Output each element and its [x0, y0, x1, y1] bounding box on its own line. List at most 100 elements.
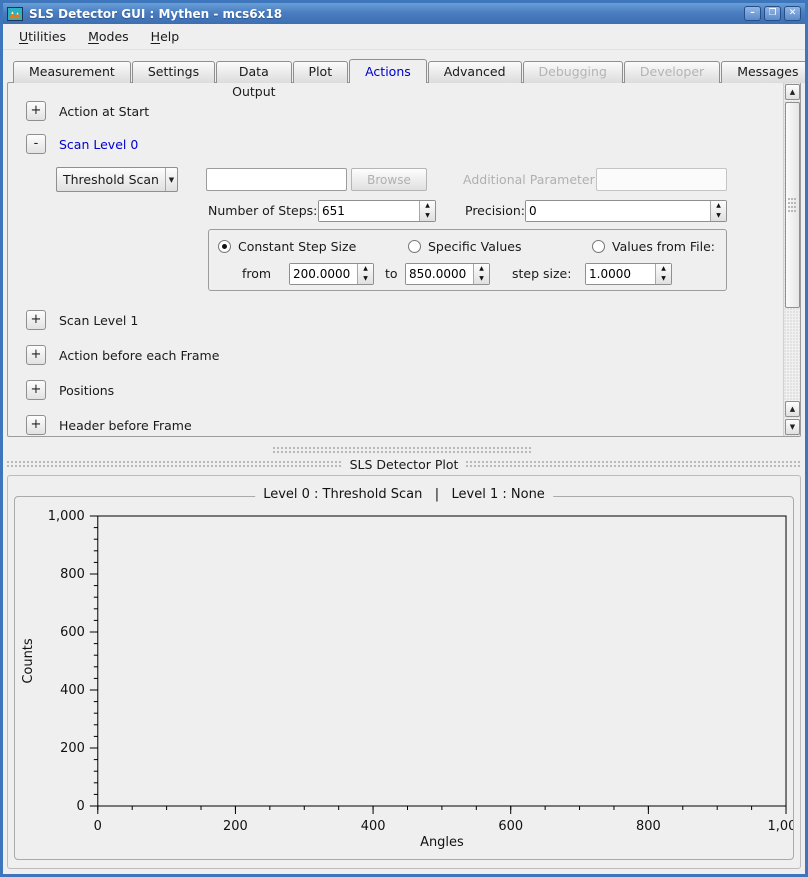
tab-debugging: Debugging — [523, 61, 623, 83]
splitter-handle[interactable]: SLS Detector Plot — [3, 437, 805, 475]
number-of-steps-input[interactable] — [319, 201, 419, 221]
precision-label: Precision: — [465, 200, 525, 222]
section-scan-level-1: + Scan Level 1 — [26, 310, 138, 330]
plot-groupbox: Level 0 : Threshold Scan | Level 1 : Non… — [14, 496, 794, 860]
menu-help[interactable]: Help — [141, 26, 190, 47]
menu-utilities[interactable]: Utilities — [9, 26, 76, 47]
scroll-down-button[interactable]: ▼ — [785, 419, 800, 435]
section-label: Action at Start — [59, 104, 149, 119]
step-size-input[interactable] — [586, 264, 655, 284]
from-spinbox: ▲▼ — [289, 263, 374, 285]
spin-up-icon[interactable]: ▲ — [711, 201, 726, 211]
section-label: Action before each Frame — [59, 348, 219, 363]
svg-text:800: 800 — [60, 567, 85, 582]
step-size-groupbox: Constant Step Size Specific Values Value… — [208, 229, 727, 291]
additional-parameter-input — [596, 168, 727, 191]
scrollbar-thumb[interactable] — [785, 102, 800, 308]
scrollbar-grip-icon — [788, 198, 797, 212]
tab-settings[interactable]: Settings — [132, 61, 215, 83]
spin-up-icon[interactable]: ▲ — [474, 264, 489, 274]
scroll-up-button-2[interactable]: ▲ — [785, 401, 800, 417]
svg-text:1,000: 1,000 — [767, 819, 793, 834]
section-header-before-frame: + Header before Frame — [26, 415, 192, 435]
spin-up-icon[interactable]: ▲ — [420, 201, 435, 211]
plot-dock-title: SLS Detector Plot — [350, 457, 459, 472]
tab-bar: MeasurementSettingsData OutputPlotAction… — [13, 59, 808, 83]
from-input[interactable] — [290, 264, 357, 284]
tab-data-output[interactable]: Data Output — [216, 61, 291, 83]
additional-parameter-label: Additional Parameter: — [463, 168, 591, 191]
radio-values-from-file[interactable]: Values from File: — [592, 237, 715, 255]
app-logo-icon — [7, 7, 23, 21]
expand-button[interactable]: + — [26, 415, 46, 435]
radio-label: Specific Values — [428, 239, 521, 254]
spin-down-icon[interactable]: ▼ — [358, 274, 373, 284]
scan-mode-value: Threshold Scan — [57, 168, 165, 191]
actions-tab-panel: + Action at Start - Scan Level 0 Thresho… — [7, 82, 801, 437]
tab-developer: Developer — [624, 61, 720, 83]
section-action-before-each-frame: + Action before each Frame — [26, 345, 219, 365]
app-window: SLS Detector GUI : Mythen - mcs6x18 – ❐ … — [0, 0, 808, 877]
title-bar: SLS Detector GUI : Mythen - mcs6x18 – ❐ … — [3, 3, 805, 24]
svg-text:0: 0 — [77, 799, 85, 814]
section-label: Scan Level 1 — [59, 313, 138, 328]
radio-constant-step-size[interactable]: Constant Step Size — [218, 237, 356, 255]
splitter-grip-icon — [273, 447, 533, 454]
window-title: SLS Detector GUI : Mythen - mcs6x18 — [29, 7, 738, 21]
chevron-down-icon: ▼ — [165, 168, 177, 191]
step-size-spinbox: ▲▼ — [585, 263, 672, 285]
spin-down-icon[interactable]: ▼ — [656, 274, 671, 284]
tab-actions[interactable]: Actions — [349, 59, 427, 83]
radio-label: Values from File: — [612, 239, 715, 254]
tab-messages[interactable]: Messages — [721, 61, 808, 83]
close-button[interactable]: ✕ — [784, 6, 801, 21]
svg-text:600: 600 — [498, 819, 523, 834]
step-size-label: step size: — [512, 263, 571, 285]
plot-panel: Level 0 : Threshold Scan | Level 1 : Non… — [7, 475, 801, 869]
precision-spinbox: ▲▼ — [525, 200, 727, 222]
tab-plot[interactable]: Plot — [293, 61, 349, 83]
spin-up-icon[interactable]: ▲ — [656, 264, 671, 274]
expand-button[interactable]: + — [26, 380, 46, 400]
svg-text:0: 0 — [94, 819, 102, 834]
expand-button[interactable]: + — [26, 345, 46, 365]
to-label: to — [385, 263, 398, 285]
collapse-button[interactable]: - — [26, 134, 46, 154]
radio-icon — [408, 240, 421, 253]
spin-up-icon[interactable]: ▲ — [358, 264, 373, 274]
svg-text:1,000: 1,000 — [48, 509, 85, 524]
svg-text:400: 400 — [60, 683, 85, 698]
scan-mode-select[interactable]: Threshold Scan ▼ — [56, 167, 178, 192]
tab-advanced[interactable]: Advanced — [428, 61, 522, 83]
radio-label: Constant Step Size — [238, 239, 356, 254]
precision-input[interactable] — [526, 201, 710, 221]
number-of-steps-spinbox: ▲▼ — [318, 200, 436, 222]
vertical-scrollbar[interactable]: ▲ ▲ ▼ — [783, 83, 800, 436]
section-label: Scan Level 0 — [59, 137, 138, 152]
splitter-texture-left — [7, 461, 342, 468]
svg-text:400: 400 — [361, 819, 386, 834]
maximize-button[interactable]: ❐ — [764, 6, 781, 21]
menu-modes[interactable]: Modes — [78, 26, 139, 47]
to-input[interactable] — [406, 264, 473, 284]
expand-button[interactable]: + — [26, 101, 46, 121]
radio-specific-values[interactable]: Specific Values — [408, 237, 521, 255]
section-label: Header before Frame — [59, 418, 192, 433]
spin-down-icon[interactable]: ▼ — [474, 274, 489, 284]
to-spinbox: ▲▼ — [405, 263, 490, 285]
expand-button[interactable]: + — [26, 310, 46, 330]
section-label: Positions — [59, 383, 114, 398]
number-of-steps-label: Number of Steps: — [208, 200, 317, 222]
svg-text:Angles: Angles — [420, 835, 464, 850]
menu-bar: UtilitiesModesHelp — [3, 24, 805, 50]
minimize-button[interactable]: – — [744, 6, 761, 21]
section-scan-level-0: - Scan Level 0 — [26, 134, 138, 154]
tab-measurement[interactable]: Measurement — [13, 61, 131, 83]
browse-button: Browse — [351, 168, 427, 191]
spin-down-icon[interactable]: ▼ — [711, 211, 726, 221]
script-file-input[interactable] — [206, 168, 347, 191]
spin-down-icon[interactable]: ▼ — [420, 211, 435, 221]
radio-icon — [218, 240, 231, 253]
scroll-up-button[interactable]: ▲ — [785, 84, 800, 100]
svg-text:200: 200 — [60, 741, 85, 756]
